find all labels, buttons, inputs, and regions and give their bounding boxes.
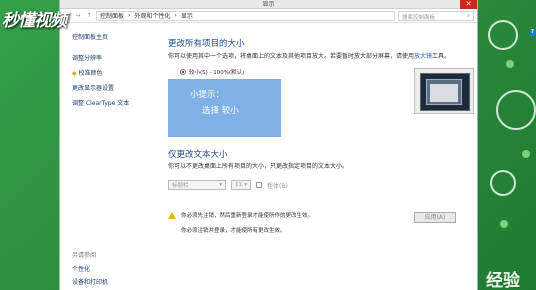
warning-line: 你必须注销并登录，才能使所有更改生效。	[181, 228, 286, 234]
sidebar-item-calibrate[interactable]: ◆ 校准颜色	[72, 68, 148, 77]
close-button[interactable]: ✕	[460, 0, 477, 9]
control-panel-window: 显示 ✕ ← → ↑ 控制面板 › 外观和个性化 › 显示 搜索控制面板 ⌕ 控…	[59, 0, 536, 290]
watermark-text: 经验	[486, 271, 520, 290]
sidebar-item-cleartype[interactable]: 调整 ClearType 文本	[72, 98, 148, 107]
size-select[interactable]: 11 ▾	[231, 180, 251, 190]
heading-text-size: 仅更改文本大小	[168, 150, 228, 160]
breadcrumb-item[interactable]: 控制面板	[100, 11, 124, 20]
shield-icon: ◆	[72, 70, 77, 77]
help-icon[interactable]: ?	[529, 29, 536, 36]
text-size-description: 你可以不更改桌面上所有项目的大小，只更改指定项目的文本大小。	[168, 163, 349, 170]
search-input[interactable]: 搜索控制面板 ⌕	[398, 10, 474, 21]
sidebar: 控制面板主页 调整分辨率 ◆ 校准颜色 更改显示器设置 调整 ClearType…	[60, 24, 160, 290]
forward-icon[interactable]: →	[74, 12, 82, 19]
warning-message: 你必须先注销，然后重新登录才能使所作的更改生效。 你必须注销并登录，才能使所有更…	[168, 211, 313, 241]
window-title: 显示	[262, 1, 275, 8]
sidebar-item-personalization[interactable]: 个性化	[72, 264, 90, 273]
breadcrumb-item[interactable]: 显示	[181, 11, 193, 20]
size-description: 你可以使用其中一个选项，将桌面上的文本及其他项目放大。若要暂时放大部分屏幕，请使…	[168, 53, 451, 60]
title-bar: 显示 ✕	[60, 0, 477, 9]
radio-button[interactable]	[180, 69, 186, 75]
chevron-down-icon: ▾	[244, 182, 247, 188]
search-icon: ⌕	[466, 12, 470, 19]
breadcrumb-item[interactable]: 外观和个性化	[134, 11, 170, 20]
bold-checkbox[interactable]	[256, 182, 262, 188]
display-preview-image	[414, 68, 474, 114]
see-also-heading: 另请参阅	[72, 252, 97, 259]
search-placeholder: 搜索控制面板	[402, 14, 436, 21]
magnifier-link[interactable]: 放大镜	[414, 53, 432, 60]
heading-change-size: 更改所有项目的大小	[168, 39, 245, 49]
radio-smaller[interactable]: 较小(S) - 100%(默认)	[180, 68, 244, 76]
tip-text: 选择 较小	[202, 106, 239, 116]
apply-button[interactable]: 应用(A)	[414, 212, 456, 223]
warning-line: 你必须先注销，然后重新登录才能使所作的更改生效。	[181, 213, 314, 219]
text-size-controls: 标题栏 ▾ 11 ▾ 粗体(B)	[168, 180, 288, 190]
chevron-down-icon: ▾	[219, 182, 222, 188]
address-bar: ← → ↑ 控制面板 › 外观和个性化 › 显示 搜索控制面板 ⌕	[60, 9, 477, 23]
sidebar-home-link[interactable]: 控制面板主页	[72, 32, 148, 41]
radio-label: 较小(S) - 100%(默认)	[189, 70, 245, 76]
decorative-background-art	[486, 0, 536, 290]
main-content: 更改所有项目的大小 你可以使用其中一个选项，将桌面上的文本及其他项目放大。若要暂…	[168, 24, 474, 290]
item-select[interactable]: 标题栏 ▾	[168, 180, 226, 190]
tip-title: 小提示：	[190, 90, 225, 100]
watermark-logo: 秒懂视频	[2, 11, 67, 31]
up-icon[interactable]: ↑	[85, 12, 93, 19]
sidebar-item-resolution[interactable]: 调整分辨率	[72, 53, 148, 62]
warning-icon	[168, 212, 176, 219]
breadcrumb[interactable]: 控制面板 › 外观和个性化 › 显示	[96, 10, 395, 21]
sidebar-item-display-settings[interactable]: 更改显示器设置	[72, 83, 148, 92]
tip-overlay: 小提示： 选择 较小	[168, 79, 281, 137]
bold-label: 粗体(B)	[267, 182, 288, 190]
sidebar-item-devices-printers[interactable]: 设备和打印机	[72, 277, 108, 286]
